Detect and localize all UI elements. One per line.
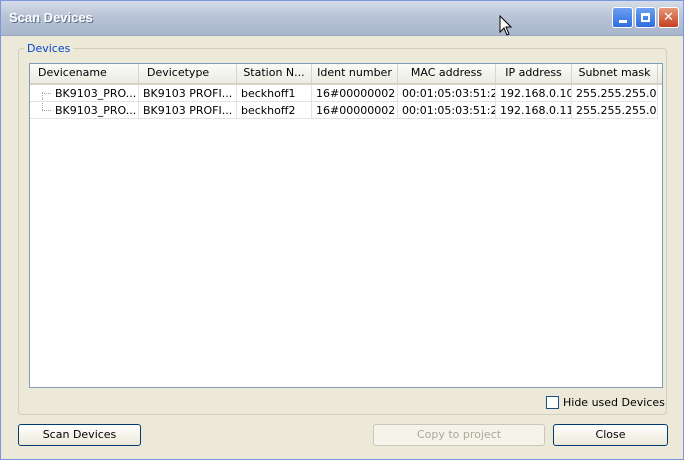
cell-subnet-mask: 255.255.255.0 — [572, 85, 658, 102]
minimize-button[interactable] — [612, 7, 633, 28]
scan-devices-window: Scan Devices ✕ Devices Devicename Device… — [0, 0, 684, 460]
cell-devicetype: BK9103 PROFI... — [139, 85, 237, 102]
title-bar[interactable]: Scan Devices ✕ — [1, 1, 683, 36]
cell-station-name: beckhoff2 — [237, 102, 312, 119]
cell-ident-number: 16#00000002 — [312, 85, 398, 102]
mouse-cursor-icon — [499, 15, 513, 36]
scan-devices-button[interactable]: Scan Devices — [18, 424, 141, 446]
list-header: Devicename Devicetype Station N... Ident… — [30, 64, 662, 85]
devices-list[interactable]: Devicename Devicetype Station N... Ident… — [29, 63, 663, 388]
column-header-station-name[interactable]: Station N... — [237, 64, 312, 83]
column-header-ident-number[interactable]: Ident number — [312, 64, 398, 83]
cell-ip-address: 192.168.0.11 — [496, 102, 572, 119]
cell-ip-address: 192.168.0.10 — [496, 85, 572, 102]
column-header-subnet-mask[interactable]: Subnet mask — [572, 64, 658, 83]
cell-station-name: beckhoff1 — [237, 85, 312, 102]
column-header-devicename[interactable]: Devicename — [30, 64, 139, 83]
maximize-button[interactable] — [635, 7, 656, 28]
cell-subnet-mask: 255.255.255.0 — [572, 102, 658, 119]
cell-devicename: BK9103_PRO... — [30, 85, 139, 102]
maximize-icon — [641, 13, 650, 22]
minimize-icon — [618, 20, 627, 23]
column-header-mac-address[interactable]: MAC address — [398, 64, 496, 83]
cell-devicetype: BK9103 PROFI... — [139, 102, 237, 119]
table-row[interactable]: BK9103_PRO... BK9103 PROFI... beckhoff2 … — [30, 102, 662, 119]
cell-mac-address: 00:01:05:03:51:27 — [398, 85, 496, 102]
table-row[interactable]: BK9103_PRO... BK9103 PROFI... beckhoff1 … — [30, 85, 662, 102]
devices-group-label: Devices — [24, 42, 74, 55]
cell-ident-number: 16#00000002 — [312, 102, 398, 119]
close-window-button[interactable]: ✕ — [658, 7, 679, 28]
column-header-devicetype[interactable]: Devicetype — [139, 64, 237, 83]
window-title: Scan Devices — [9, 10, 93, 25]
column-header-ip-address[interactable]: IP address — [496, 64, 572, 83]
close-icon: ✕ — [663, 10, 674, 25]
hide-used-devices-label[interactable]: Hide used Devices — [563, 396, 665, 409]
cell-devicename: BK9103_PRO... — [30, 102, 139, 119]
close-button[interactable]: Close — [553, 424, 668, 446]
cell-mac-address: 00:01:05:03:51:2A — [398, 102, 496, 119]
copy-to-project-button[interactable]: Copy to project — [373, 424, 545, 446]
hide-used-devices-checkbox[interactable] — [546, 396, 559, 409]
